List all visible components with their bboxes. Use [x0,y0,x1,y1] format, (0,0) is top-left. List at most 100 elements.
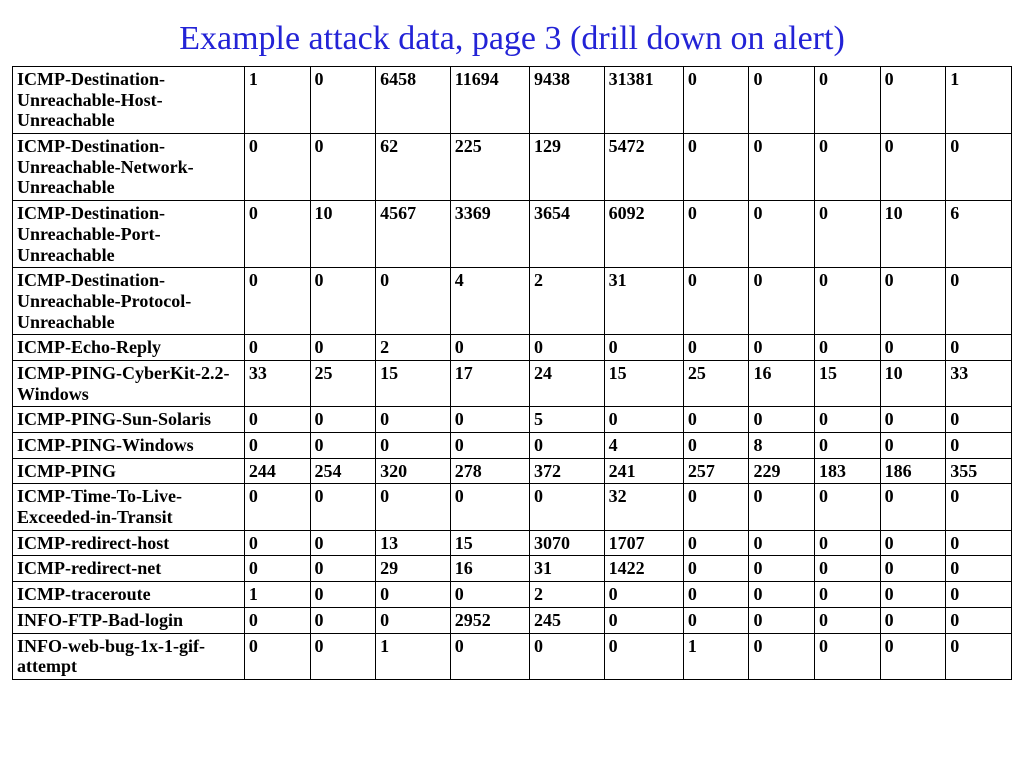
cell-value: 0 [749,201,815,268]
cell-value: 0 [683,484,749,530]
row-label: ICMP-traceroute [13,582,245,608]
cell-value: 0 [310,433,376,459]
row-label: ICMP-Time-To-Live-Exceeded-in-Transit [13,484,245,530]
row-label: ICMP-PING [13,458,245,484]
cell-value: 0 [244,134,310,201]
cell-value: 0 [815,607,881,633]
cell-value: 0 [880,484,946,530]
cell-value: 0 [310,484,376,530]
cell-value: 245 [529,607,604,633]
cell-value: 25 [310,360,376,406]
cell-value: 0 [815,201,881,268]
cell-value: 1 [244,67,310,134]
cell-value: 0 [815,556,881,582]
cell-value: 0 [815,407,881,433]
cell-value: 2 [529,268,604,335]
cell-value: 225 [450,134,529,201]
cell-value: 278 [450,458,529,484]
slide-page: Example attack data, page 3 (drill down … [0,0,1024,680]
cell-value: 0 [880,433,946,459]
cell-value: 0 [946,530,1012,556]
cell-value: 0 [880,134,946,201]
row-label: ICMP-Destination-Unreachable-Host-Unreac… [13,67,245,134]
cell-value: 0 [450,484,529,530]
cell-value: 1 [683,633,749,679]
cell-value: 2 [376,335,451,361]
cell-value: 0 [815,134,881,201]
cell-value: 0 [749,134,815,201]
row-label: INFO-web-bug-1x-1-gif-attempt [13,633,245,679]
cell-value: 3070 [529,530,604,556]
cell-value: 0 [310,530,376,556]
cell-value: 0 [244,433,310,459]
row-label: ICMP-PING-CyberKit-2.2-Windows [13,360,245,406]
cell-value: 0 [683,335,749,361]
cell-value: 1 [244,582,310,608]
cell-value: 0 [749,268,815,335]
cell-value: 0 [450,407,529,433]
cell-value: 0 [815,67,881,134]
table-row: INFO-FTP-Bad-login0002952245000000 [13,607,1012,633]
table-row: ICMP-PING-Windows00000408000 [13,433,1012,459]
cell-value: 0 [529,433,604,459]
cell-value: 3654 [529,201,604,268]
cell-value: 0 [946,433,1012,459]
cell-value: 0 [683,556,749,582]
table-row: ICMP-Destination-Unreachable-Network-Unr… [13,134,1012,201]
cell-value: 0 [683,607,749,633]
cell-value: 4 [604,433,683,459]
cell-value: 257 [683,458,749,484]
cell-value: 16 [450,556,529,582]
cell-value: 0 [749,633,815,679]
cell-value: 0 [310,268,376,335]
cell-value: 0 [815,633,881,679]
cell-value: 0 [880,407,946,433]
cell-value: 0 [880,268,946,335]
cell-value: 6 [946,201,1012,268]
row-label: ICMP-PING-Sun-Solaris [13,407,245,433]
cell-value: 0 [310,607,376,633]
cell-value: 0 [683,433,749,459]
cell-value: 186 [880,458,946,484]
table-row: ICMP-Echo-Reply00200000000 [13,335,1012,361]
cell-value: 0 [310,335,376,361]
cell-value: 0 [376,582,451,608]
cell-value: 0 [683,407,749,433]
cell-value: 33 [946,360,1012,406]
cell-value: 0 [749,484,815,530]
row-label: ICMP-PING-Windows [13,433,245,459]
cell-value: 0 [946,484,1012,530]
cell-value: 0 [946,134,1012,201]
cell-value: 0 [946,582,1012,608]
cell-value: 1 [376,633,451,679]
cell-value: 15 [815,360,881,406]
cell-value: 0 [450,633,529,679]
table-row: INFO-web-bug-1x-1-gif-attempt00100010000 [13,633,1012,679]
cell-value: 0 [749,582,815,608]
cell-value: 0 [749,407,815,433]
cell-value: 0 [310,556,376,582]
cell-value: 0 [880,582,946,608]
table-row: ICMP-traceroute10002000000 [13,582,1012,608]
cell-value: 0 [815,433,881,459]
cell-value: 229 [749,458,815,484]
cell-value: 0 [244,407,310,433]
cell-value: 32 [604,484,683,530]
cell-value: 0 [310,134,376,201]
row-label: ICMP-Echo-Reply [13,335,245,361]
cell-value: 0 [946,607,1012,633]
table-row: ICMP-redirect-net00291631142200000 [13,556,1012,582]
row-label: INFO-FTP-Bad-login [13,607,245,633]
cell-value: 10 [880,360,946,406]
cell-value: 0 [376,407,451,433]
cell-value: 0 [880,335,946,361]
cell-value: 0 [310,67,376,134]
cell-value: 372 [529,458,604,484]
cell-value: 0 [880,607,946,633]
cell-value: 0 [749,530,815,556]
cell-value: 0 [376,607,451,633]
cell-value: 0 [529,484,604,530]
cell-value: 0 [749,607,815,633]
cell-value: 0 [310,582,376,608]
cell-value: 0 [946,407,1012,433]
